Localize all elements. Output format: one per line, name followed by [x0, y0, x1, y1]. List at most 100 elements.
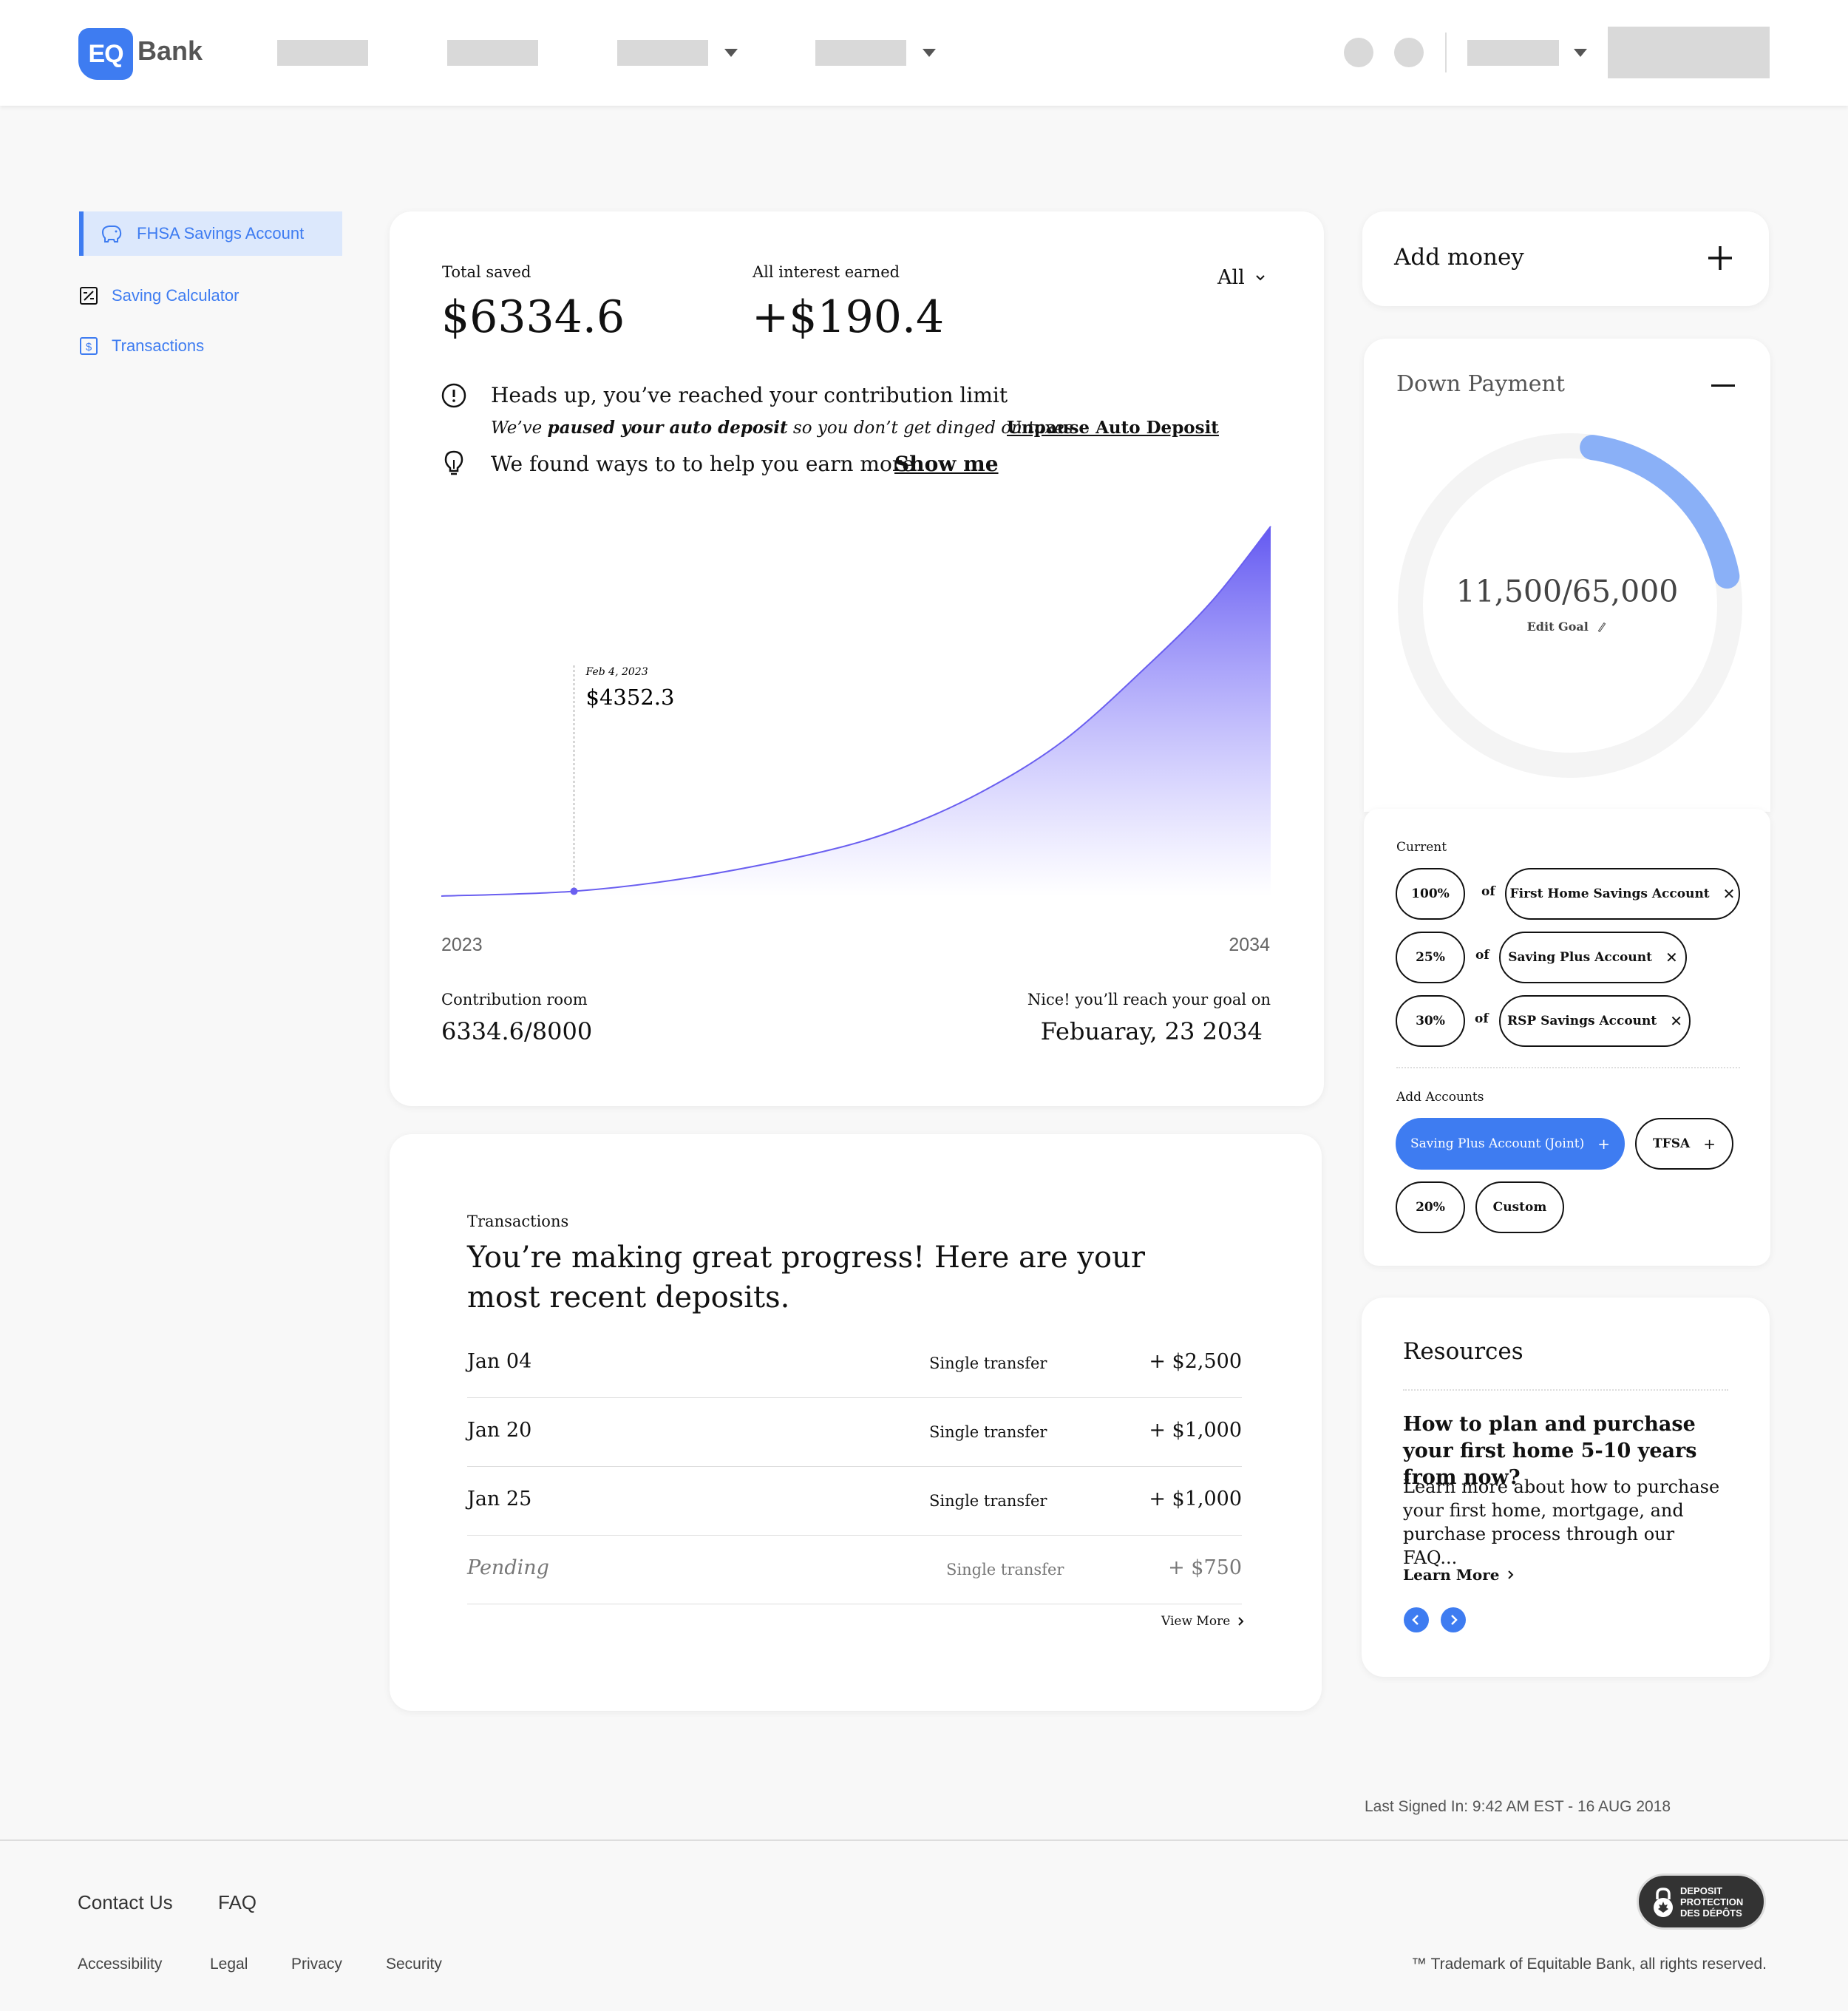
x-axis-start-label: 2023 [441, 935, 483, 955]
down-payment-goal-card: Down Payment 11,500/65,000 Edit Goal [1364, 339, 1770, 812]
sidebar-item-fhsa[interactable]: FHSA Savings Account [79, 211, 342, 256]
allocation-account-name: First Home Savings Account [1509, 886, 1710, 901]
goal-date-value: Febuaray, 23 2034 [1040, 1017, 1263, 1045]
trademark-notice: ™ Trademark of Equitable Bank, all right… [1411, 1956, 1767, 1973]
piggy-bank-icon [101, 225, 122, 243]
add-money-label: Add money [1394, 244, 1524, 271]
divider [1396, 1067, 1740, 1068]
help-icon[interactable] [1394, 38, 1424, 67]
badge-line: PROTECTION [1680, 1896, 1744, 1907]
notification-icon[interactable] [1344, 38, 1373, 67]
eq-logo[interactable]: EQ [78, 28, 133, 80]
footer-link-security[interactable]: Security [386, 1956, 442, 1973]
savings-summary-card: Total saved $6334.6 All interest earned … [390, 211, 1324, 1106]
contact-us-link[interactable]: Contact Us [78, 1891, 173, 1914]
tooltip-value: $4352.3 [586, 685, 675, 710]
account-menu-placeholder[interactable] [1467, 40, 1559, 66]
add-account-option-selected[interactable]: Saving Plus Account (Joint) + [1396, 1118, 1625, 1170]
sidebar-item-label: FHSA Savings Account [137, 224, 305, 243]
goal-date-label: Nice! you’ll reach your goal on [1027, 991, 1271, 1008]
allocation-percent-pill[interactable]: 25% [1396, 932, 1465, 983]
faq-link[interactable]: FAQ [218, 1891, 257, 1914]
allocation-account-pill[interactable]: First Home Savings Account ✕ [1505, 868, 1740, 920]
pencil-icon [1598, 622, 1606, 633]
goal-progress-arc [1580, 435, 1740, 589]
view-more-link[interactable]: View More [1161, 1614, 1245, 1629]
footer-link-legal[interactable]: Legal [210, 1956, 248, 1973]
learn-more-link[interactable]: Learn More [1403, 1566, 1515, 1584]
add-account-option[interactable]: 20% [1396, 1181, 1465, 1233]
table-row[interactable]: Jan 20 Single transfer + $1,000 [467, 1398, 1242, 1467]
lock-leaf-icon [1654, 1888, 1673, 1917]
top-navbar: EQ Bank [0, 0, 1848, 106]
plus-icon[interactable] [1707, 245, 1733, 271]
transaction-type: Single transfer [929, 1423, 1047, 1441]
allocation-percent-pill[interactable]: 30% [1396, 995, 1465, 1047]
transaction-amount: + $1,000 [1149, 1419, 1242, 1442]
transactions-headline: You’re making great progress! Here are y… [467, 1241, 1145, 1315]
chevron-down-icon[interactable] [1574, 49, 1587, 57]
transaction-amount: + $1,000 [1149, 1488, 1242, 1510]
chevron-right-icon [1507, 1570, 1513, 1579]
transactions-icon: $ [80, 337, 98, 355]
chevron-down-icon[interactable] [923, 49, 936, 57]
footer-link-accessibility[interactable]: Accessibility [78, 1956, 162, 1973]
add-account-option[interactable]: TFSA + [1635, 1118, 1733, 1170]
edit-goal-link[interactable]: Edit Goal [1364, 620, 1770, 634]
data-point-marker[interactable] [570, 887, 578, 895]
collapse-icon[interactable] [1711, 384, 1735, 387]
contribution-room-value: 6334.6/8000 [441, 1017, 593, 1045]
learn-more-label: Learn More [1403, 1566, 1500, 1584]
goal-title: Down Payment [1396, 371, 1565, 397]
bank-wordmark: Bank [137, 35, 203, 66]
transaction-date: Jan 20 [467, 1419, 532, 1442]
carousel-next-button[interactable] [1440, 1607, 1467, 1633]
allocation-account-pill[interactable]: RSP Savings Account ✕ [1499, 995, 1691, 1047]
nav-item-placeholder[interactable] [447, 40, 538, 66]
allocation-account-pill[interactable]: Saving Plus Account ✕ [1499, 932, 1687, 983]
sidebar-item-label: Transactions [112, 336, 205, 355]
of-label: of [1475, 1011, 1489, 1026]
transaction-amount: + $750 [1168, 1556, 1242, 1579]
badge-text: DEPOSIT PROTECTION DES DÉPÔTS [1680, 1885, 1743, 1919]
nav-dropdown-placeholder[interactable] [617, 40, 708, 66]
transaction-date: Pending [467, 1556, 549, 1579]
resources-title: Resources [1403, 1338, 1523, 1365]
calculator-icon [80, 287, 98, 305]
carousel-prev-button[interactable] [1403, 1607, 1430, 1633]
add-money-card[interactable]: Add money [1362, 211, 1769, 306]
x-axis-end-label: 2034 [1229, 935, 1270, 955]
current-accounts-label: Current [1396, 840, 1447, 855]
header-divider [1445, 33, 1447, 72]
transaction-amount: + $2,500 [1149, 1350, 1242, 1373]
header-action-button[interactable] [1608, 27, 1770, 78]
table-row-pending[interactable]: Pending Single transfer + $750 [467, 1536, 1242, 1604]
plus-icon: + [1703, 1135, 1716, 1153]
badge-line: DES DÉPÔTS [1680, 1907, 1742, 1919]
edit-goal-label: Edit Goal [1526, 620, 1589, 634]
sidebar-item-saving-calculator[interactable]: Saving Calculator [79, 284, 239, 308]
allocation-account-name: RSP Savings Account [1506, 1014, 1657, 1028]
sidebar-item-transactions[interactable]: $ Transactions [79, 334, 204, 358]
footer-link-privacy[interactable]: Privacy [291, 1956, 342, 1973]
plus-icon: + [1597, 1135, 1610, 1153]
article-description: Learn more about how to purchase your fi… [1403, 1476, 1720, 1568]
table-row[interactable]: Jan 04 Single transfer + $2,500 [467, 1329, 1242, 1398]
table-row[interactable]: Jan 25 Single transfer + $1,000 [467, 1467, 1242, 1536]
close-icon[interactable]: ✕ [1665, 949, 1678, 966]
chevron-down-icon[interactable] [724, 49, 738, 57]
add-account-option[interactable]: Custom [1475, 1181, 1564, 1233]
nav-item-placeholder[interactable] [277, 40, 368, 66]
badge-line: DEPOSIT [1680, 1885, 1723, 1896]
add-account-option-label: TFSA [1653, 1136, 1691, 1151]
allocation-percent-pill[interactable]: 100% [1396, 868, 1465, 920]
tooltip-date: Feb 4, 2023 [585, 666, 648, 678]
sidebar-item-label: Saving Calculator [112, 286, 240, 305]
transaction-type: Single transfer [929, 1492, 1047, 1510]
deposit-protection-badge: DEPOSIT PROTECTION DES DÉPÔTS [1637, 1873, 1766, 1930]
close-icon[interactable]: ✕ [1670, 1012, 1682, 1030]
nav-dropdown-placeholder[interactable] [815, 40, 906, 66]
last-signed-in: Last Signed In: 9:42 AM EST - 16 AUG 201… [1365, 1798, 1671, 1815]
close-icon[interactable]: ✕ [1723, 885, 1736, 903]
contribution-room-label: Contribution room [441, 991, 588, 1008]
